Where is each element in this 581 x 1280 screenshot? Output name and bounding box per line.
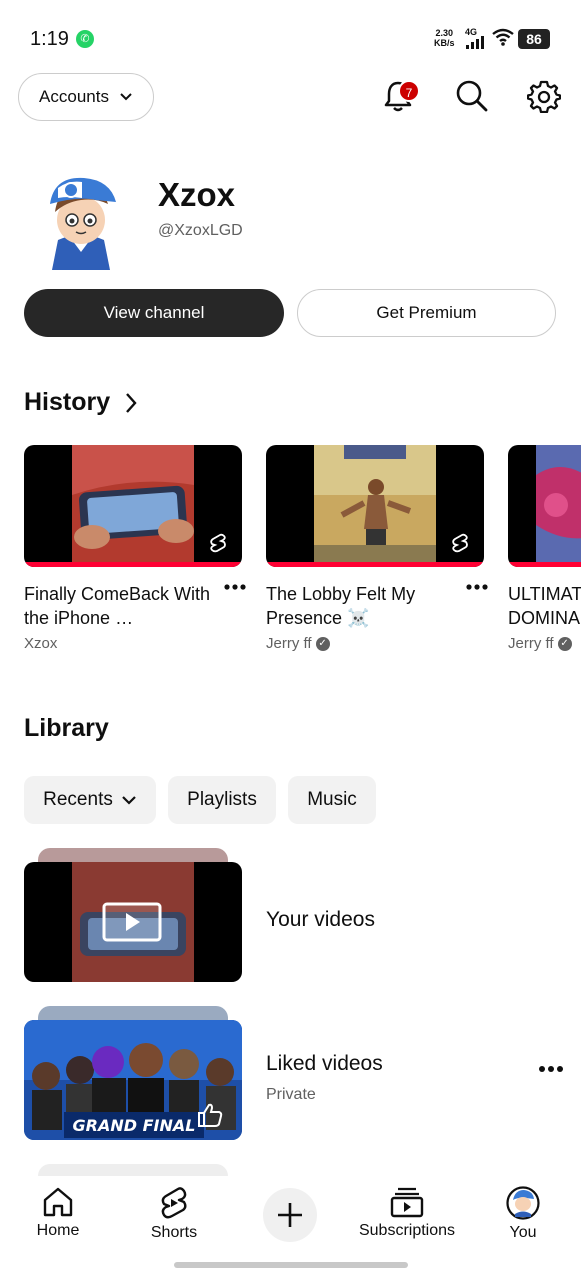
thumbnail-image (72, 445, 194, 563)
your-videos-thumbnail[interactable] (24, 862, 242, 982)
video-thumbnail[interactable] (266, 445, 484, 567)
status-time: 1:19 (30, 28, 69, 50)
shorts-badge-icon (446, 529, 474, 557)
video-title: The Lobby Felt My Presence ☠️ (266, 584, 416, 628)
chip-label: Playlists (187, 789, 257, 810)
signal-icon (466, 36, 484, 49)
home-indicator[interactable] (174, 1262, 408, 1268)
video-thumbnail[interactable] (24, 445, 242, 567)
chip-label: Recents (43, 789, 113, 810)
history-card[interactable]: Finally ComeBack With the iPhone … Xzox (24, 445, 246, 652)
network-rate-unit: KB/s (434, 38, 455, 48)
thumbnail-text: GRAND FINAL (72, 1116, 196, 1135)
subscriptions-icon (390, 1187, 424, 1218)
recents-chip[interactable]: Recents (24, 776, 156, 824)
verified-check-icon: ✓ (557, 636, 572, 651)
video-title: Finally ComeBack With the iPhone … (24, 584, 211, 628)
thumbnail-image (536, 445, 581, 563)
video-channel: Xzox (24, 635, 242, 652)
video-channel: Jerry ff ✓ (266, 635, 484, 652)
notification-count-badge: 7 (398, 80, 420, 102)
battery-indicator: 86 (518, 29, 550, 49)
search-button[interactable] (452, 76, 492, 116)
channel-label: Jerry ff (266, 635, 312, 652)
nav-label: Home (36, 1222, 80, 1239)
whatsapp-icon: ✆ (76, 30, 94, 48)
history-card[interactable]: The Lobby Felt My Presence ☠️ Jerry ff ✓ (266, 445, 488, 652)
nav-subscriptions[interactable]: Subscriptions (357, 1186, 457, 1240)
shorts-badge-icon (204, 529, 232, 557)
your-videos-label[interactable]: Your videos (266, 908, 375, 932)
video-channel: Jerry ff ✓ (508, 635, 581, 652)
nav-home[interactable]: Home (8, 1186, 108, 1240)
nav-label: Subscriptions (358, 1222, 456, 1239)
liked-videos-privacy: Private (266, 1086, 316, 1103)
status-bar: 1:19 ✆ 2.30 KB/s 4G 86 (0, 0, 581, 70)
library-title: Library (24, 714, 109, 742)
gear-icon (527, 80, 561, 113)
nav-you[interactable]: You (473, 1186, 573, 1242)
channel-handle: @XzoxLGD (158, 222, 243, 239)
plus-icon (278, 1203, 302, 1227)
nav-shorts[interactable]: Shorts (124, 1186, 224, 1242)
get-premium-button[interactable]: Get Premium (297, 289, 556, 337)
liked-videos-thumbnail[interactable]: GRAND FINAL (24, 1020, 242, 1140)
channel-name: Xzox (158, 176, 236, 213)
home-icon (43, 1187, 73, 1217)
search-icon (456, 80, 488, 112)
watch-progress-bar (266, 562, 484, 567)
view-channel-button[interactable]: View channel (24, 289, 284, 337)
thumbs-up-icon (198, 1103, 223, 1127)
liked-videos-label[interactable]: Liked videos (266, 1052, 383, 1076)
verified-check-icon: ✓ (315, 636, 330, 651)
network-rate-value: 2.30 (435, 28, 454, 38)
video-thumbnail[interactable] (508, 445, 581, 567)
chip-label: Music (307, 789, 357, 810)
wifi-icon (492, 28, 514, 46)
chevron-right-icon[interactable] (124, 392, 138, 414)
watch-progress-bar (24, 562, 242, 567)
more-options-icon[interactable] (538, 1065, 564, 1073)
nav-label: You (509, 1224, 537, 1241)
nav-label: Shorts (150, 1224, 198, 1241)
settings-button[interactable] (524, 76, 564, 116)
channel-label: Jerry ff (508, 635, 554, 652)
more-options-icon[interactable] (466, 583, 488, 591)
chevron-down-icon (122, 796, 136, 805)
video-title: ULTIMATE DOMINA (508, 584, 581, 628)
history-card[interactable]: ULTIMATE DOMINA Jerry ff ✓ (508, 445, 581, 652)
play-icon (102, 902, 162, 942)
create-button[interactable] (263, 1188, 317, 1242)
accounts-label: Accounts (39, 87, 109, 106)
you-avatar-icon (506, 1186, 540, 1220)
music-chip[interactable]: Music (288, 776, 376, 824)
shorts-icon (161, 1187, 187, 1219)
accounts-button[interactable]: Accounts (18, 73, 154, 121)
chevron-down-icon (120, 93, 132, 101)
cartoon-avatar-icon (50, 177, 116, 270)
more-options-icon[interactable] (224, 583, 246, 591)
watch-progress-bar (508, 562, 581, 567)
playlists-chip[interactable]: Playlists (168, 776, 276, 824)
channel-label: Xzox (24, 635, 58, 652)
network-rate: 2.30 KB/s (434, 28, 455, 48)
thumbnail-image (314, 445, 436, 563)
history-title[interactable]: History (24, 388, 110, 417)
channel-avatar[interactable] (38, 174, 124, 270)
